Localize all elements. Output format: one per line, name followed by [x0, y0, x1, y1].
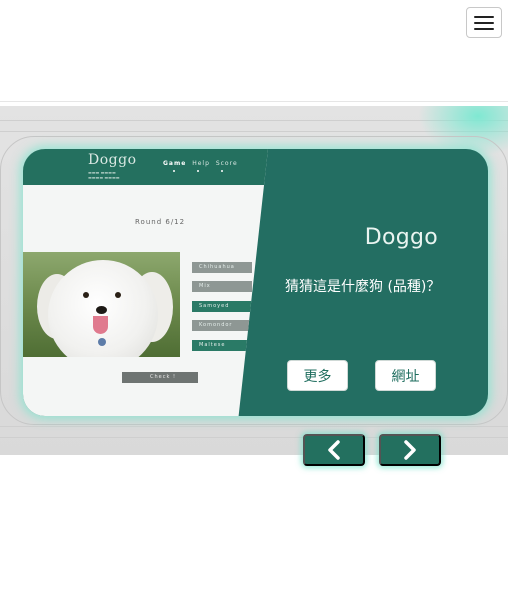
- dog-eye: [83, 292, 89, 298]
- thumbnail-option: Mix: [192, 281, 252, 292]
- thumbnail-option: Samoyed: [192, 301, 252, 312]
- slide-question: 猜猜這是什麼狗 (品種)？: [285, 279, 441, 295]
- carousel-next-button[interactable]: [379, 434, 441, 466]
- dog-eye: [115, 292, 121, 298]
- carousel-prev-button[interactable]: [303, 434, 365, 466]
- thumbnail-logo: Doggo: [88, 152, 137, 168]
- slide-title: Doggo: [364, 225, 438, 250]
- thumbnail-option: Chihuahua: [192, 262, 252, 273]
- page: Doggo ▬▬▬ ▬▬▬▬ ▬▬▬▬ ▬▬▬▬ Game Help Score …: [0, 0, 508, 608]
- navbar-toggle-button[interactable]: [466, 7, 502, 38]
- thumbnail-nav-help: Help: [192, 160, 210, 167]
- dog-tongue: [93, 316, 108, 334]
- thumbnail-round: Round 6/12: [135, 218, 186, 226]
- thumbnail-check-button: Check !: [122, 372, 198, 383]
- band-line: [0, 426, 508, 427]
- hamburger-icon-bar: [474, 21, 494, 24]
- slide-card: Doggo ▬▬▬ ▬▬▬▬ ▬▬▬▬ ▬▬▬▬ Game Help Score …: [23, 149, 488, 416]
- dog-nose: [96, 306, 107, 314]
- thumbnail-header: Doggo ▬▬▬ ▬▬▬▬ ▬▬▬▬ ▬▬▬▬ Game Help Score: [23, 149, 268, 185]
- website-button[interactable]: 網址: [375, 360, 436, 391]
- thumbnail-option: Maltese: [192, 340, 252, 351]
- thumbnail-nav-dots: [173, 170, 223, 172]
- game-screenshot-thumbnail: Doggo ▬▬▬ ▬▬▬▬ ▬▬▬▬ ▬▬▬▬ Game Help Score …: [23, 149, 268, 416]
- chevron-right-icon: [404, 440, 416, 460]
- chevron-left-icon: [328, 440, 340, 460]
- thumbnail-option: Komondor: [192, 320, 252, 331]
- thumbnail-nav: Game Help Score: [163, 160, 238, 167]
- header-divider: [0, 101, 508, 102]
- dog-collar-tag: [98, 338, 106, 346]
- hamburger-icon-bar: [474, 15, 494, 18]
- hamburger-icon-bar: [474, 27, 494, 30]
- dog-photo: [23, 252, 180, 357]
- thumbnail-nav-score: Score: [215, 160, 238, 167]
- more-button[interactable]: 更多: [287, 360, 348, 391]
- thumbnail-tagline: ▬▬▬ ▬▬▬▬ ▬▬▬▬ ▬▬▬▬: [88, 170, 120, 180]
- thumbnail-nav-game: Game: [163, 160, 187, 167]
